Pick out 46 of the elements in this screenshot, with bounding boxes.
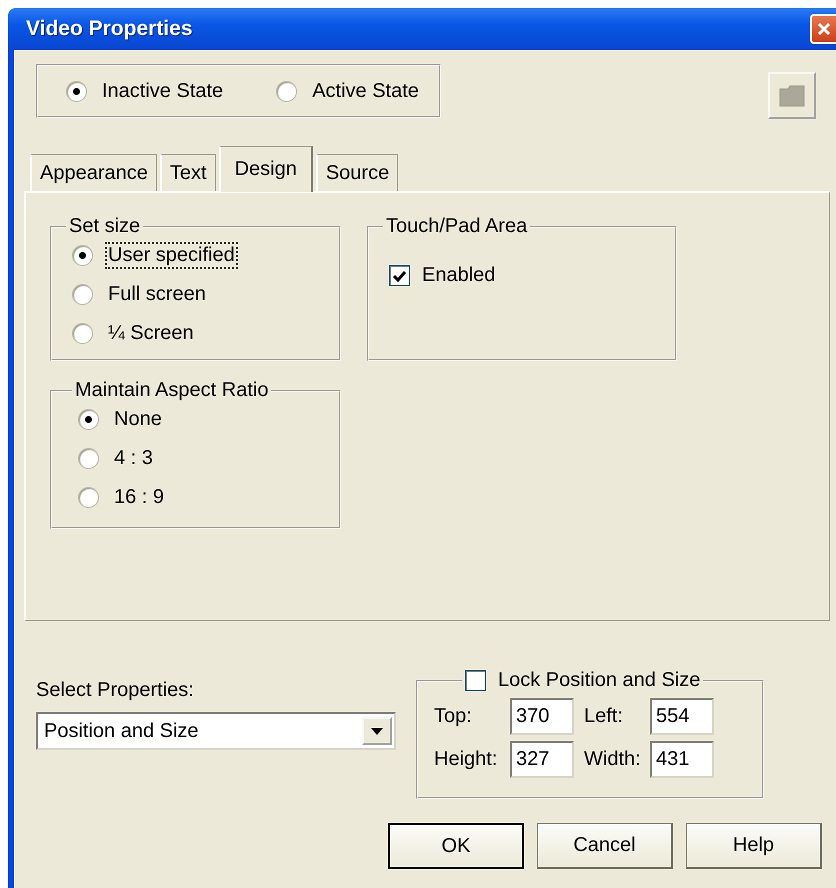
tab[interactable]: Appearance — [30, 154, 157, 191]
radio-button[interactable] — [72, 284, 93, 305]
checkbox-label: Lock Position and Size — [498, 669, 700, 692]
input-field[interactable]: 327 — [510, 741, 574, 778]
window-title: Video Properties — [26, 17, 193, 41]
group-title: Maintain Aspect Ratio — [74, 379, 270, 402]
input-field[interactable]: 554 — [650, 698, 714, 735]
close-button[interactable] — [810, 14, 836, 44]
properties-dropdown[interactable]: Position and Size — [36, 712, 396, 750]
checkbox[interactable] — [389, 265, 410, 286]
checkbox-label: Enabled — [422, 264, 496, 287]
option-label: Inactive State — [101, 78, 224, 104]
checkmark-icon — [393, 270, 406, 282]
option-label: 4 : 3 — [113, 446, 154, 471]
close-icon — [817, 22, 831, 36]
radio-button[interactable] — [78, 487, 99, 508]
option-label: Full screen — [107, 282, 207, 307]
radio-button[interactable] — [66, 80, 87, 102]
field-label: Select Properties: — [36, 679, 195, 702]
option-label: User specified — [105, 242, 238, 269]
input-field[interactable]: 370 — [510, 698, 574, 735]
folder-button[interactable] — [768, 72, 816, 119]
option-label: Active State — [311, 78, 420, 104]
tab[interactable]: Source — [316, 154, 398, 191]
input-field[interactable]: 431 — [650, 741, 714, 778]
option-label: ¼ Screen — [107, 321, 195, 346]
group-title: Touch/Pad Area — [385, 215, 528, 238]
tab[interactable]: Design — [218, 146, 313, 192]
radio-button[interactable] — [72, 323, 93, 344]
group-title: Set size — [68, 215, 142, 238]
dialog-button[interactable]: Cancel — [537, 823, 673, 869]
folder-icon — [779, 84, 805, 106]
field-label: Left: — [584, 705, 624, 728]
field-label: Width: — [584, 748, 642, 771]
radio-button[interactable] — [72, 245, 93, 266]
radio-button[interactable] — [78, 409, 99, 430]
tab[interactable]: Text — [160, 154, 216, 191]
option-label: None — [113, 407, 163, 432]
checkbox[interactable] — [465, 670, 486, 691]
field-label: Height: — [434, 748, 498, 771]
option-label: 16 : 9 — [113, 485, 166, 510]
radio-button[interactable] — [276, 80, 298, 102]
dialog-button[interactable]: Help — [686, 823, 822, 869]
dialog-button[interactable]: OK — [388, 823, 524, 869]
field-label: Top: — [434, 705, 473, 728]
radio-button[interactable] — [78, 448, 99, 469]
